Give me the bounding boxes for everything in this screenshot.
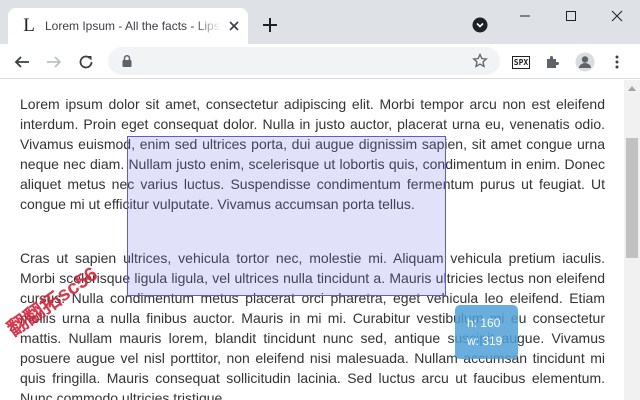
tab-strip: L Lorem Ipsum - All the facts - Lipsum (0, 0, 640, 44)
profile-button[interactable] (573, 50, 597, 74)
extension-screen-ruler-button[interactable]: SPX (509, 50, 533, 74)
scroll-thumb[interactable] (626, 138, 638, 258)
browser-tab[interactable]: L Lorem Ipsum - All the facts - Lipsum (8, 8, 248, 44)
extensions-button[interactable] (541, 50, 565, 74)
vertical-scrollbar[interactable] (624, 80, 640, 400)
caret-up-icon (628, 86, 636, 91)
back-button[interactable] (10, 50, 34, 74)
maximize-button[interactable] (548, 0, 594, 32)
width-readout: w: 319 (467, 334, 503, 348)
tab-favicon: L (23, 15, 35, 36)
minimize-icon (520, 15, 530, 17)
bookmark-star-icon[interactable] (472, 53, 488, 69)
new-tab-icon[interactable] (260, 15, 280, 35)
maximize-icon (566, 11, 576, 21)
more-vertical-icon (615, 55, 619, 69)
arrow-right-icon (47, 56, 62, 68)
lock-icon (122, 54, 132, 67)
forward-button[interactable] (42, 50, 66, 74)
close-window-icon (611, 10, 623, 22)
minimize-button[interactable] (502, 0, 548, 32)
avatar-icon (575, 52, 595, 72)
browser-toolbar: SPX (0, 44, 640, 79)
tab-search-icon[interactable] (472, 17, 488, 33)
screen-ruler-icon: SPX (511, 55, 531, 69)
puzzle-icon (547, 56, 559, 68)
arrow-left-icon (14, 56, 29, 68)
tab-title: Lorem Ipsum - All the facts - Lipsum (45, 19, 221, 33)
height-readout: h: 160 (467, 316, 501, 330)
measure-selection[interactable] (127, 136, 446, 296)
close-window-button[interactable] (594, 0, 640, 32)
reload-icon (79, 55, 93, 69)
scroll-up-button[interactable] (624, 80, 640, 96)
close-tab-icon[interactable] (226, 18, 242, 34)
address-bar[interactable] (108, 47, 500, 75)
dimension-badge: h: 160 w: 319 (455, 305, 518, 359)
menu-button[interactable] (605, 50, 629, 74)
reload-button[interactable] (74, 50, 98, 74)
